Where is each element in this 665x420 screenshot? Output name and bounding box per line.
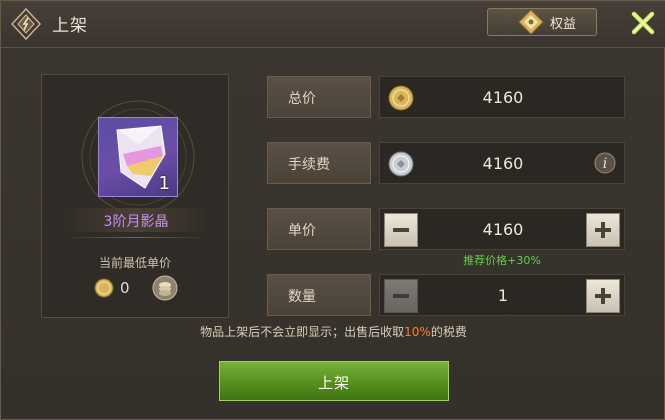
fee-label: 手续费 bbox=[288, 157, 330, 173]
item-count: 1 bbox=[158, 173, 170, 194]
info-icon[interactable]: i bbox=[594, 152, 616, 174]
notice-text-before: 物品上架后不会立即显示；出售后收取 bbox=[200, 325, 405, 339]
gold-coin-icon bbox=[94, 278, 114, 298]
plus-icon bbox=[595, 288, 611, 304]
tax-percent: 10% bbox=[404, 325, 431, 339]
coin-stack-icon[interactable] bbox=[152, 275, 178, 301]
fee-label-box: 手续费 bbox=[267, 142, 371, 184]
plus-icon bbox=[595, 222, 611, 238]
divider bbox=[64, 237, 208, 238]
fee-value: 4160 bbox=[482, 154, 524, 173]
total-price-field: 4160 bbox=[379, 76, 625, 118]
item-info-panel: 1 3阶月影晶 当前最低单价 0 bbox=[41, 74, 229, 318]
recommended-price-hint: 推荐价格+30% bbox=[463, 254, 541, 267]
scroll-badge-icon bbox=[518, 9, 544, 35]
total-price-label-box: 总价 bbox=[267, 76, 371, 118]
item-name: 3阶月影晶 bbox=[103, 214, 169, 230]
benefits-label: 权益 bbox=[550, 17, 577, 32]
listing-notice: 物品上架后不会立即显示；出售后收取10%的税费 bbox=[1, 323, 665, 340]
svg-text:i: i bbox=[603, 156, 607, 172]
listing-dialog: 上架 权益 1 3阶月影晶 当前最低单价 0 总价 4160 手续费 4160 … bbox=[0, 0, 665, 420]
diamond-emblem-icon bbox=[10, 7, 42, 41]
fee-field: 4160 i bbox=[379, 142, 625, 184]
lowest-price-value: 0 bbox=[120, 279, 130, 297]
quantity-label-box: 数量 bbox=[267, 274, 371, 316]
quantity-increase-button[interactable] bbox=[586, 279, 620, 313]
notice-text-after: 的税费 bbox=[430, 325, 467, 339]
page-title: 上架 bbox=[52, 16, 88, 36]
list-item-button[interactable]: 上架 bbox=[219, 361, 449, 401]
unit-price-stepper: 4160 bbox=[379, 208, 625, 250]
item-name-bar: 3阶月影晶 bbox=[62, 208, 210, 232]
total-price-value: 4160 bbox=[482, 88, 524, 107]
quantity-label: 数量 bbox=[288, 289, 316, 305]
quantity-stepper: 1 bbox=[379, 274, 625, 316]
close-icon[interactable] bbox=[629, 9, 657, 37]
unit-price-label: 单价 bbox=[288, 223, 316, 239]
dialog-header: 上架 权益 bbox=[1, 1, 665, 48]
total-price-label: 总价 bbox=[288, 91, 316, 107]
list-item-button-label: 上架 bbox=[317, 374, 350, 392]
lowest-price-label: 当前最低单价 bbox=[98, 256, 171, 270]
unit-price-increase-button[interactable] bbox=[586, 213, 620, 247]
item-slot[interactable]: 1 bbox=[98, 117, 178, 197]
benefits-button[interactable]: 权益 bbox=[487, 8, 597, 36]
unit-price-label-box: 单价 bbox=[267, 208, 371, 250]
